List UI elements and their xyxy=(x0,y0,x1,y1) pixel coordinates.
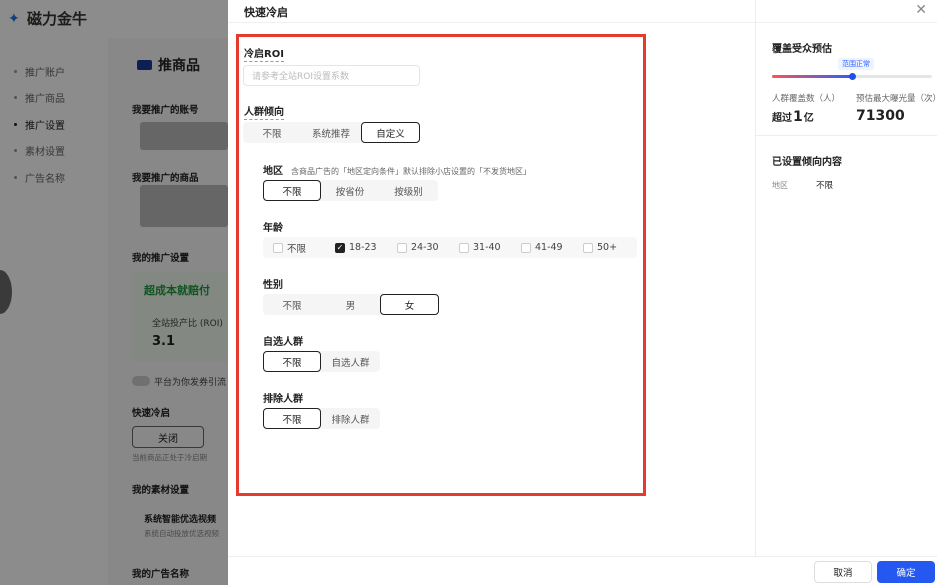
range-tag: 范围正常 xyxy=(838,58,874,70)
exposure-value: 71300 xyxy=(856,108,905,124)
age-label: 年龄 xyxy=(263,223,283,234)
set-key: 地区 xyxy=(772,181,788,190)
crowd-option-custom[interactable]: 自定义 xyxy=(361,122,420,143)
age-text: 50+ xyxy=(597,242,618,253)
roi-input[interactable]: 请参考全站ROI设置系数 xyxy=(243,65,420,86)
region-segment: 不限 按省份 按级别 xyxy=(263,180,438,201)
age-text: 不限 xyxy=(287,243,307,255)
coverage-value-row: 超过 1 亿 xyxy=(772,109,814,125)
age-text: 31-40 xyxy=(473,242,501,253)
coverage-label: 人群覆盖数（人） xyxy=(772,94,841,104)
age-option-24-30[interactable]: 24-30 xyxy=(387,242,449,253)
coverage-unit: 亿 xyxy=(803,113,814,124)
region-option-level[interactable]: 按级别 xyxy=(379,180,438,201)
coverage-value: 1 xyxy=(793,109,803,125)
exclude-crowd-label: 排除人群 xyxy=(263,394,303,405)
drawer-title: 快速冷启 xyxy=(244,6,288,19)
checkbox-icon xyxy=(273,242,283,253)
cancel-button[interactable]: 取消 xyxy=(814,561,872,583)
custom-crowd-option-unlimited[interactable]: 不限 xyxy=(263,351,321,372)
age-option-18-23[interactable]: ✓ 18-23 xyxy=(325,242,387,253)
exposure-label: 预估最大曝光量（次） xyxy=(856,94,937,104)
checkbox-icon xyxy=(459,242,469,253)
checkbox-icon xyxy=(583,242,593,253)
gender-segment: 不限 男 女 xyxy=(263,294,439,315)
quick-start-drawer: 快速冷启 ✕ 冷启ROI 请参考全站ROI设置系数 人群倾向 不限 系统推荐 自… xyxy=(228,0,937,585)
coverage-slider xyxy=(772,73,932,80)
gender-option-unlimited[interactable]: 不限 xyxy=(263,294,321,315)
coverage-prefix: 超过 xyxy=(772,113,792,124)
age-option-unlimited[interactable]: 不限 xyxy=(263,241,325,255)
set-value: 不限 xyxy=(816,181,834,191)
age-options: 不限 ✓ 18-23 24-30 31-40 41-49 50+ xyxy=(263,237,637,258)
gender-label: 性别 xyxy=(263,280,283,291)
checkbox-icon xyxy=(397,242,407,253)
age-text: 18-23 xyxy=(349,242,377,253)
exclude-crowd-option-unlimited[interactable]: 不限 xyxy=(263,408,321,429)
crowd-section-label: 人群倾向 xyxy=(244,107,284,120)
crowd-option-unlimited[interactable]: 不限 xyxy=(243,122,301,143)
estimate-title: 覆盖受众预估 xyxy=(772,44,832,55)
age-option-50plus[interactable]: 50+ xyxy=(573,242,635,253)
exclude-crowd-segment: 不限 排除人群 xyxy=(263,408,380,429)
custom-crowd-label: 自选人群 xyxy=(263,337,303,348)
region-hint: 含商品广告的「地区定向条件」默认排除小店设置的「不发货地区」 xyxy=(291,167,531,176)
region-option-unlimited[interactable]: 不限 xyxy=(263,180,321,201)
gender-option-female[interactable]: 女 xyxy=(380,294,439,315)
custom-crowd-option-select[interactable]: 自选人群 xyxy=(321,351,380,372)
drawer-footer: 取消 确定 xyxy=(228,556,937,585)
set-title: 已设置倾向内容 xyxy=(772,157,842,168)
custom-crowd-segment: 不限 自选人群 xyxy=(263,351,380,372)
age-option-41-49[interactable]: 41-49 xyxy=(511,242,573,253)
crowd-segment: 不限 系统推荐 自定义 xyxy=(243,122,420,143)
checkbox-checked-icon: ✓ xyxy=(335,242,345,253)
estimate-divider xyxy=(756,135,937,136)
gender-option-male[interactable]: 男 xyxy=(321,294,380,315)
estimate-panel: 覆盖受众预估 范围正常 人群覆盖数（人） 预估最大曝光量（次） 超过 1 亿 7… xyxy=(755,0,937,556)
slider-fill xyxy=(772,75,852,78)
age-text: 24-30 xyxy=(411,242,439,253)
confirm-button[interactable]: 确定 xyxy=(877,561,935,583)
age-option-31-40[interactable]: 31-40 xyxy=(449,242,511,253)
age-text: 41-49 xyxy=(535,242,563,253)
slider-knob xyxy=(849,73,856,80)
region-label-row: 地区 含商品广告的「地区定向条件」默认排除小店设置的「不发货地区」 xyxy=(263,162,531,177)
region-option-province[interactable]: 按省份 xyxy=(321,180,379,201)
roi-placeholder: 请参考全站ROI设置系数 xyxy=(252,72,349,82)
region-label: 地区 xyxy=(263,166,283,177)
crowd-option-system[interactable]: 系统推荐 xyxy=(301,122,361,143)
exclude-crowd-option-select[interactable]: 排除人群 xyxy=(321,408,380,429)
checkbox-icon xyxy=(521,242,531,253)
roi-section-label: 冷启ROI xyxy=(244,49,284,62)
